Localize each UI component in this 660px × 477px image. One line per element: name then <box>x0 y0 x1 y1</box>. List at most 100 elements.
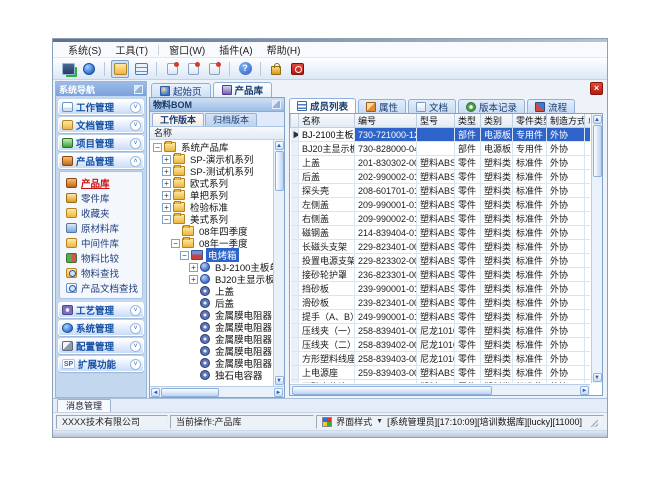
doc-edit-button[interactable] <box>184 60 202 78</box>
table-row[interactable]: 压线夹（一）258-839401-00X尼龙1010零件塑料类标准件外协条 <box>291 324 591 338</box>
scroll-right-icon[interactable]: ► <box>274 388 283 397</box>
scroll-right-icon[interactable]: ► <box>580 386 589 395</box>
tab-起始页[interactable]: 起始页 <box>151 83 211 97</box>
chevron-down-icon[interactable]: ˅ <box>130 359 141 370</box>
expand-icon[interactable]: + <box>189 275 198 284</box>
chevron-down-icon[interactable]: ˅ <box>130 305 141 316</box>
table-row[interactable]: 提手（A、B）249-990001-01X塑料ABS零件塑料类标准件外协条 <box>291 310 591 324</box>
table-row[interactable]: 右侧盖209-990002-01X塑料ABS零件塑料类标准件外协条 <box>291 212 591 226</box>
table-row[interactable]: 探头壳208-601701-01X塑料ABS零件塑料类标准件外协条 <box>291 184 591 198</box>
scroll-down-icon[interactable]: ▼ <box>275 376 284 385</box>
table-row[interactable]: 投置电源支架229-823302-00X塑料ABS零件塑料类标准件外协条 <box>291 254 591 268</box>
pin-icon[interactable] <box>134 85 143 94</box>
table-row[interactable]: 压线夹（二）258-839402-00X尼龙1010零件塑料类标准件外协条 <box>291 338 591 352</box>
chevron-down-icon[interactable]: ˅ <box>130 138 141 149</box>
tab-文档[interactable]: 文档 <box>408 99 456 113</box>
sidebar-group-header[interactable]: 项目管理˅ <box>58 135 144 151</box>
expand-icon[interactable]: + <box>162 179 171 188</box>
expand-icon[interactable]: + <box>162 191 171 200</box>
table-row[interactable]: 磁钢盖214-839404-01X塑料ABS零件塑料类标准件外协条 <box>291 226 591 240</box>
expand-icon[interactable]: + <box>162 203 171 212</box>
sidebar-item-原材料库[interactable]: 原材料库 <box>66 220 142 235</box>
menu-item[interactable]: 工具(T) <box>108 41 155 58</box>
column-header-型号[interactable]: 型号 <box>417 114 455 128</box>
table-row[interactable]: 上盖201-830302-00X塑料ABS零件塑料类标准件外协条 <box>291 156 591 170</box>
tree-node[interactable]: +BJ20主显示板 <box>150 273 273 285</box>
menu-item[interactable]: 插件(A) <box>212 41 259 58</box>
chevron-down-icon[interactable]: ˅ <box>130 120 141 131</box>
scroll-left-icon[interactable]: ◄ <box>151 388 160 397</box>
sidebar-group-header[interactable]: 工作管理˅ <box>58 99 144 115</box>
tab-成员列表[interactable]: 成员列表 <box>289 98 356 113</box>
scroll-thumb[interactable] <box>593 125 602 177</box>
chevron-down-icon[interactable]: ˅ <box>130 102 141 113</box>
column-header-类型[interactable]: 类型 <box>455 114 481 128</box>
tree-node[interactable]: 上盖 <box>150 285 273 297</box>
collapse-icon[interactable]: − <box>171 239 180 248</box>
table-row[interactable]: 滑砂板239-823401-00X塑料ABS零件塑料类标准件外协条 <box>291 296 591 310</box>
table-row[interactable]: 左侧盖209-990001-01X塑料ABS零件塑料类标准件外协条 <box>291 198 591 212</box>
grid-window-button[interactable] <box>132 60 150 78</box>
resize-grip[interactable] <box>588 417 598 427</box>
ui-style-selector[interactable]: 界面样式 <box>336 415 372 428</box>
expand-icon[interactable]: + <box>162 167 171 176</box>
sidebar-item-零件库[interactable]: 零件库 <box>66 190 142 205</box>
sidebar-item-中间件库[interactable]: 中间件库 <box>66 235 142 250</box>
tree-node[interactable]: 独石电容器 <box>150 369 273 381</box>
open-folder-button[interactable] <box>111 60 129 78</box>
grid-horizontal-scrollbar[interactable]: ► <box>290 384 590 395</box>
sidebar-item-物料查找[interactable]: 物料查找 <box>66 265 142 280</box>
tree-vertical-scrollbar[interactable]: ▲ ▼ <box>273 140 284 386</box>
column-header-名称[interactable]: 名称 <box>299 114 355 128</box>
web-button[interactable] <box>80 60 98 78</box>
expand-icon[interactable]: + <box>162 155 171 164</box>
tree-horizontal-scrollbar[interactable]: ◄ ► <box>150 386 284 397</box>
table-row[interactable]: 方形塑料线座258-839403-00X尼龙1010零件塑料类标准件外协条 <box>291 352 591 366</box>
expand-icon[interactable]: + <box>189 263 198 272</box>
column-header-单位[interactable]: 单位 <box>585 114 591 128</box>
sidebar-item-产品库[interactable]: 产品库 <box>66 175 142 190</box>
chevron-down-icon[interactable]: ˅ <box>130 323 141 334</box>
close-tab-button[interactable]: × <box>590 82 603 95</box>
tab-属性[interactable]: 属性 <box>358 99 406 113</box>
collapse-icon[interactable]: − <box>162 215 171 224</box>
scroll-thumb[interactable] <box>161 388 219 397</box>
column-header-类别[interactable]: 类别 <box>481 114 513 128</box>
sidebar-item-产品文档查找[interactable]: 产品文档查找 <box>66 280 142 295</box>
table-row[interactable]: 下砂定位片（左）283-830301-00X塑料ABS零件塑料类标准件外协条 <box>291 380 591 384</box>
desktop-button[interactable] <box>59 60 77 78</box>
tab-产品库[interactable]: 产品库 <box>213 82 273 97</box>
table-row[interactable]: ▶BJ-2100主板单点730-721000-12X部件电源板专用件外协颗 <box>291 128 591 142</box>
message-panel-tab[interactable]: 消息管理 <box>57 399 111 412</box>
sidebar-group-header[interactable]: 文档管理˅ <box>58 117 144 133</box>
chevron-down-icon[interactable]: ▼ <box>376 418 383 425</box>
table-row[interactable]: 挡砂板239-990001-01X塑料ABS零件塑料类标准件外协条 <box>291 282 591 296</box>
lock-button[interactable] <box>267 60 285 78</box>
sidebar-group-header[interactable]: 系统管理˅ <box>58 320 144 336</box>
column-header-零件类型[interactable]: 零件类型 <box>513 114 547 128</box>
collapse-icon[interactable]: − <box>153 143 162 152</box>
sidebar-group-header[interactable]: 工艺管理˅ <box>58 302 144 318</box>
menu-item[interactable]: 系统(S) <box>61 41 108 58</box>
doc-remove-button[interactable] <box>205 60 223 78</box>
menu-item[interactable]: 窗口(W) <box>162 41 212 58</box>
column-header-制造方式[interactable]: 制造方式 <box>547 114 585 128</box>
grid-vertical-scrollbar[interactable]: ▲ ▼ <box>591 114 602 383</box>
menu-item[interactable]: 帮助(H) <box>260 41 308 58</box>
sidebar-group-header[interactable]: 扩展功能˅ <box>58 356 144 372</box>
column-header-编号[interactable]: 编号 <box>355 114 417 128</box>
scroll-thumb[interactable] <box>275 151 284 191</box>
tab-版本记录[interactable]: 版本记录 <box>458 99 525 113</box>
sidebar-group-header[interactable]: 配置管理˅ <box>58 338 144 354</box>
collapse-icon[interactable]: − <box>180 251 189 260</box>
table-row[interactable]: 接砂轮护罩236-823301-00X塑料ABS零件塑料类标准件外协条 <box>291 268 591 282</box>
scroll-up-icon[interactable]: ▲ <box>275 141 284 150</box>
chevron-down-icon[interactable]: ˅ <box>130 341 141 352</box>
table-row[interactable]: BJ20主显示板730-828000-04X部件电源板专用件外协颗 <box>291 142 591 156</box>
sidebar-group-header[interactable]: 产品管理˄ <box>58 153 144 169</box>
table-row[interactable]: 上电源座259-839403-00X塑料ABS零件塑料类标准件外协条 <box>291 366 591 380</box>
pin-icon[interactable] <box>272 100 281 109</box>
table-row[interactable]: 长磁头支架229-823401-00X塑料ABS零件塑料类标准件外协条 <box>291 240 591 254</box>
sidebar-item-收藏夹[interactable]: 收藏夹 <box>66 205 142 220</box>
sidebar-item-物料比较[interactable]: 物料比较 <box>66 250 142 265</box>
